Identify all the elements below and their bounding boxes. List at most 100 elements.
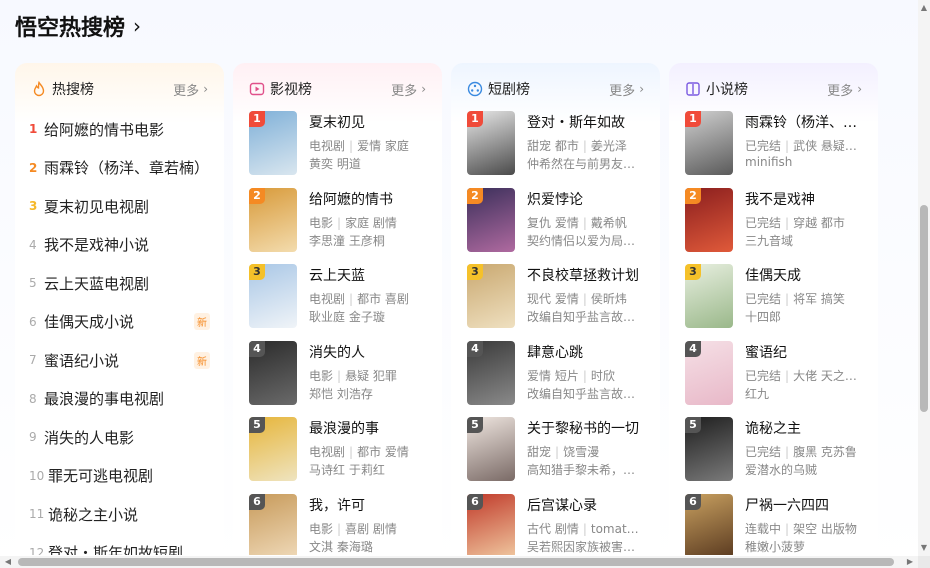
list-item[interactable]: 7 蜜语纪小说 新 xyxy=(15,341,224,380)
tag-separator: | xyxy=(555,445,560,459)
item-title[interactable]: 给阿嬷的情书 xyxy=(309,189,434,209)
short-drama-board: 短剧榜 更多 › 1 登对・斯年如故 甜宠 都市 | 姜光泽 仲希然在与前男友… 2 炽爱悖论… xyxy=(451,63,660,555)
item-title[interactable]: 消失的人 xyxy=(309,342,434,362)
horizontal-scrollbar[interactable]: ◀ ▶ xyxy=(0,556,918,568)
list-item[interactable]: 5 云上天蓝电视剧 xyxy=(15,264,224,303)
item-description: 李思潼 王彦桐 xyxy=(309,233,385,248)
list-item[interactable]: 8 最浪漫的事电视剧 xyxy=(15,380,224,419)
more-link[interactable]: 更多 › xyxy=(609,80,644,99)
poster-thumbnail[interactable]: 3 xyxy=(685,264,733,328)
poster-thumbnail[interactable]: 5 xyxy=(249,417,297,481)
tag: 喜剧 剧情 xyxy=(345,521,397,536)
list-item[interactable]: 5 关于黎秘书的一切 甜宠 | 饶雪漫 高知猎手黎未希，… xyxy=(451,416,660,493)
item-title[interactable]: 最浪漫的事 xyxy=(309,418,434,438)
item-title[interactable]: 诡秘之主 xyxy=(745,418,870,438)
rank-badge: 1 xyxy=(685,111,701,127)
rank-number: 6 xyxy=(29,314,37,329)
item-title[interactable]: 佳偶天成 xyxy=(745,265,870,285)
vertical-scrollbar[interactable]: ▲ ▼ xyxy=(918,0,930,556)
list-item[interactable]: 12 登对・斯年如故短剧 xyxy=(15,534,224,555)
item-title[interactable]: 后宫谋心录 xyxy=(527,495,652,515)
poster-thumbnail[interactable]: 4 xyxy=(467,340,515,405)
more-link[interactable]: 更多 › xyxy=(827,80,862,99)
item-title[interactable]: 炽爱悖论 xyxy=(527,189,652,209)
list-item[interactable]: 9 消失的人电影 xyxy=(15,418,224,457)
poster-thumbnail[interactable]: 3 xyxy=(249,264,297,328)
rank-number: 7 xyxy=(29,353,37,368)
item-label: 诡秘之主小说 xyxy=(48,505,139,524)
item-title[interactable]: 蜜语纪 xyxy=(745,342,870,362)
list-item[interactable]: 1 登对・斯年如故 甜宠 都市 | 姜光泽 仲希然在与前男友… xyxy=(451,110,660,187)
item-label: 登对・斯年如故短剧 xyxy=(48,544,184,555)
list-item[interactable]: 3 夏末初见电视剧 xyxy=(15,187,224,226)
list-item[interactable]: 4 我不是戏神小说 xyxy=(15,226,224,265)
item-title[interactable]: 关于黎秘书的一切 xyxy=(527,418,652,438)
list-item[interactable]: 3 云上天蓝 电视剧 | 都市 喜剧 耿业庭 金子璇 xyxy=(233,263,442,340)
horizontal-scroll-thumb[interactable] xyxy=(18,558,894,566)
more-link[interactable]: 更多 › xyxy=(173,80,208,99)
list-item[interactable]: 10 罪无可逃电视剧 xyxy=(15,457,224,496)
list-item[interactable]: 2 炽爱悖论 复仇 爱情 | 戴希帆 契约情侣以爱为局… xyxy=(451,187,660,264)
poster-thumbnail[interactable]: 2 xyxy=(685,187,733,252)
list-item[interactable]: 4 蜜语纪 已完结 | 大佬 天之… 红九 xyxy=(669,340,878,417)
poster-thumbnail[interactable]: 5 xyxy=(467,417,515,481)
scroll-down-arrow-icon[interactable]: ▼ xyxy=(918,542,930,554)
item-title[interactable]: 尸祸一六四四 xyxy=(745,495,870,515)
poster-thumbnail[interactable]: 6 xyxy=(467,493,515,555)
item-title[interactable]: 我，许可 xyxy=(309,495,434,515)
vertical-scroll-thumb[interactable] xyxy=(920,205,928,412)
item-tags: 复仇 爱情 | 戴希帆 xyxy=(527,214,652,231)
scroll-left-arrow-icon[interactable]: ◀ xyxy=(2,556,14,568)
scroll-up-arrow-icon[interactable]: ▲ xyxy=(918,2,930,14)
poster-thumbnail[interactable]: 1 xyxy=(249,111,297,175)
poster-thumbnail[interactable]: 6 xyxy=(685,493,733,555)
poster-thumbnail[interactable]: 4 xyxy=(685,340,733,405)
item-title[interactable]: 不良校草拯救计划 xyxy=(527,265,652,285)
rank-badge: 3 xyxy=(249,264,265,280)
poster-thumbnail[interactable]: 5 xyxy=(685,417,733,481)
item-tags: 电影 | 家庭 剧情 xyxy=(309,214,434,231)
poster-thumbnail[interactable]: 2 xyxy=(249,187,297,252)
list-item[interactable]: 3 不良校草拯救计划 现代 爱情 | 侯昕炜 改编自知乎盐言故… xyxy=(451,263,660,340)
rank-badge: 4 xyxy=(249,340,265,357)
list-item[interactable]: 5 最浪漫的事 电视剧 | 都市 爱情 马诗红 于莉红 xyxy=(233,416,442,493)
list-item[interactable]: 6 尸祸一六四四 连载中 | 架空 出版物 稚嫩小菠萝 xyxy=(669,493,878,555)
item-description: 改编自知乎盐言故… xyxy=(527,310,636,324)
list-item[interactable]: 6 后宫谋心录 古代 剧情 | tomat… 吴若熙因家族被害… xyxy=(451,493,660,555)
item-title[interactable]: 登对・斯年如故 xyxy=(527,112,652,132)
page-title[interactable]: 悟空热搜榜 › xyxy=(15,10,141,42)
list-item[interactable]: 1 给阿嬷的情书电影 xyxy=(15,110,224,149)
hot-search-list: 1 给阿嬷的情书电影 2 雨霖铃（杨洋、章若楠） 3 夏末初见电视剧 4 我不是戏神小说 5 云上… xyxy=(15,110,224,555)
poster-thumbnail[interactable]: 1 xyxy=(467,111,515,175)
item-title[interactable]: 雨霖铃（杨洋、… xyxy=(745,112,870,132)
poster-thumbnail[interactable]: 1 xyxy=(685,111,733,175)
list-item[interactable]: 11 诡秘之主小说 xyxy=(15,495,224,534)
list-item[interactable]: 6 佳偶天成小说 新 xyxy=(15,303,224,342)
list-item[interactable]: 4 消失的人 电影 | 悬疑 犯罪 郑恺 刘浩存 xyxy=(233,340,442,417)
list-item[interactable]: 3 佳偶天成 已完结 | 将军 搞笑 十四郎 xyxy=(669,263,878,340)
poster-thumbnail[interactable]: 3 xyxy=(467,264,515,328)
poster-thumbnail[interactable]: 6 xyxy=(249,493,297,555)
list-item[interactable]: 1 雨霖铃（杨洋、… 已完结 | 武侠 悬疑… minifish xyxy=(669,110,878,187)
item-tags: 电影 | 悬疑 犯罪 xyxy=(309,367,434,384)
list-item[interactable]: 6 我，许可 电影 | 喜剧 剧情 文淇 秦海璐 xyxy=(233,493,442,555)
item-title[interactable]: 夏末初见 xyxy=(309,112,434,132)
list-item[interactable]: 1 夏末初见 电视剧 | 爱情 家庭 黄奕 明道 xyxy=(233,110,442,187)
list-item[interactable]: 4 肆意心跳 爱情 短片 | 时欣 改编自知乎盐言故… xyxy=(451,340,660,417)
list-item[interactable]: 2 雨霖铃（杨洋、章若楠） xyxy=(15,149,224,188)
list-item[interactable]: 5 诡秘之主 已完结 | 腹黑 克苏鲁 爱潜水的乌贼 xyxy=(669,416,878,493)
list-item[interactable]: 2 我不是戏神 已完结 | 穿越 都市 三九音域 xyxy=(669,187,878,264)
more-label: 更多 xyxy=(827,83,854,99)
rank-number: 10 xyxy=(29,468,45,483)
item-title[interactable]: 我不是戏神 xyxy=(745,189,870,209)
scroll-right-arrow-icon[interactable]: ▶ xyxy=(904,556,916,568)
board-title: 影视榜 xyxy=(270,82,312,98)
item-title[interactable]: 云上天蓝 xyxy=(309,265,434,285)
list-item[interactable]: 2 给阿嬷的情书 电影 | 家庭 剧情 李思潼 王彦桐 xyxy=(233,187,442,264)
more-link[interactable]: 更多 › xyxy=(391,80,426,99)
item-tags: 电视剧 | 爱情 家庭 xyxy=(309,137,434,154)
rank-badge: 3 xyxy=(467,264,483,280)
item-title[interactable]: 肆意心跳 xyxy=(527,342,652,362)
poster-thumbnail[interactable]: 4 xyxy=(249,340,297,405)
poster-thumbnail[interactable]: 2 xyxy=(467,187,515,252)
